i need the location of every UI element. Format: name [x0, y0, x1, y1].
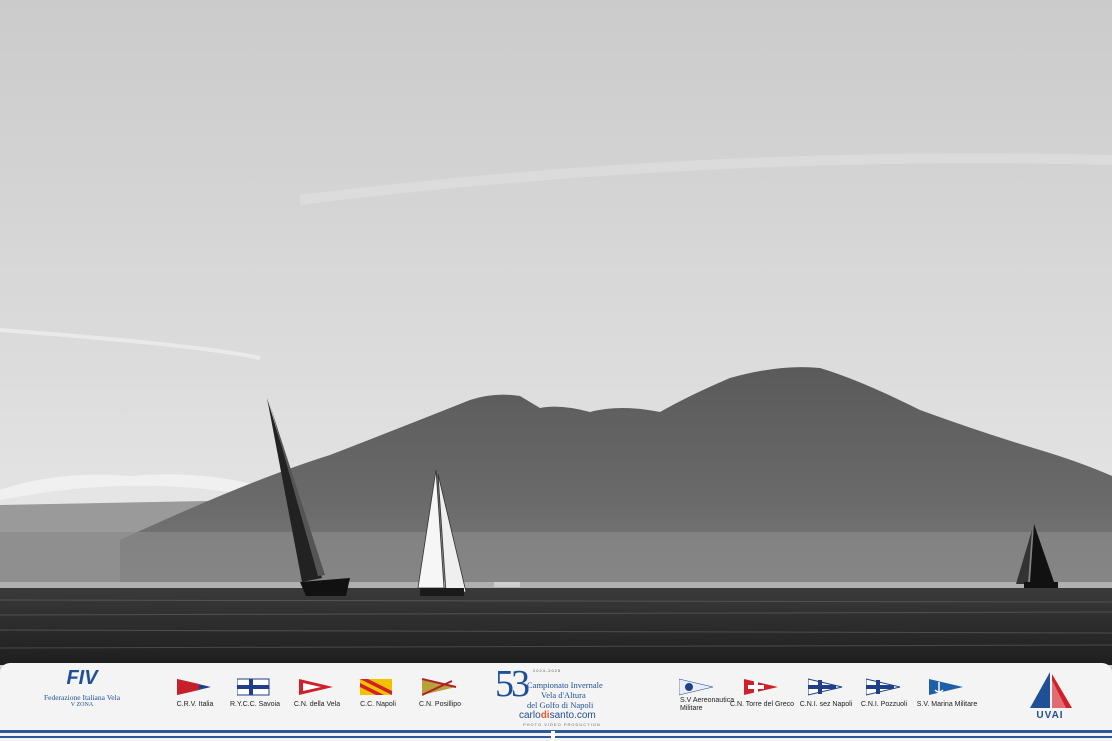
edition-years: 2024-2025: [533, 668, 562, 673]
sail-icon: [1030, 672, 1072, 708]
regatta-photo: [0, 0, 1112, 665]
footer-stripe: [0, 736, 1112, 738]
sea: [0, 588, 1112, 665]
burgee-icon: [177, 679, 211, 695]
club-cn-posillipo: C.N. Posillipo: [395, 677, 485, 709]
photographer-credit: PHOTO VIDEO PRODUCTION: [523, 722, 601, 727]
burgee-icon: [237, 678, 270, 696]
burgee-icon: [679, 678, 714, 696]
uvai-text: UVAI: [1036, 710, 1064, 721]
champ-line-3: del Golfo di Napoli: [527, 700, 594, 710]
photographer-site: carlodisanto.com: [519, 710, 596, 721]
fiv-logo: FIV Federazione Italiana Vela V ZONA: [32, 667, 132, 708]
fiv-org-name: Federazione Italiana Vela: [43, 693, 121, 702]
championship-logo: 53 2024-2025 Campionato Invernale Vela d…: [493, 663, 619, 727]
burgee-icon: [360, 679, 392, 695]
burgee-icon: [929, 679, 963, 695]
champ-line-2: Vela d'Altura: [541, 690, 586, 700]
footer-stripe: [0, 730, 1112, 733]
burgee-icon: [422, 678, 457, 696]
motorboat: [494, 582, 520, 587]
champ-line-1: Campionato Invernale: [527, 680, 603, 690]
center-mark: [551, 731, 555, 739]
uvai-logo: UVAI: [1026, 670, 1074, 724]
fiv-logo-text: FIV: [66, 667, 98, 689]
club-sv-marina-militare: S.V. Marina Militare: [902, 677, 992, 709]
burgee-icon: [299, 679, 333, 695]
edition-number: 53: [495, 663, 530, 705]
burgee-icon: [744, 679, 778, 695]
coastline: [0, 582, 1112, 588]
burgee-icon: [866, 678, 901, 696]
coastal-town: [0, 532, 1112, 588]
fiv-zone: V ZONA: [70, 702, 94, 708]
